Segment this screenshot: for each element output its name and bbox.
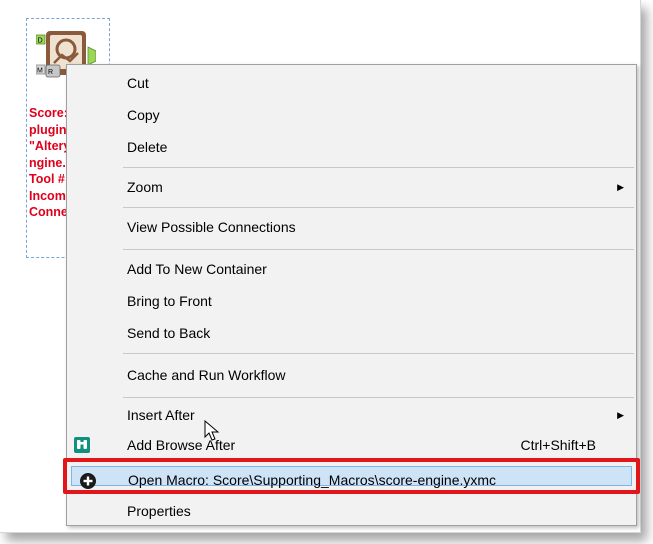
- menu-item-cache-and-run-workflow[interactable]: Cache and Run Workflow: [67, 361, 636, 389]
- menu-item-label: Open Macro: Score\Supporting_Macros\scor…: [128, 472, 497, 488]
- menu-separator: [123, 207, 634, 208]
- menu-separator: [123, 353, 634, 354]
- menu-item-zoom[interactable]: Zoom ▶: [67, 173, 636, 201]
- menu-item-shortcut: Ctrl+Shift+B: [520, 437, 596, 453]
- menu-item-label: Delete: [127, 139, 168, 155]
- menu-separator: [123, 397, 634, 398]
- context-menu: Cut Copy Delete Zoom ▶ View Possible Con…: [63, 64, 640, 526]
- menu-item-properties[interactable]: Properties: [67, 497, 636, 525]
- menu-item-label: Send to Back: [127, 325, 211, 341]
- menu-item-insert-after[interactable]: Insert After ▶: [67, 401, 636, 429]
- submenu-arrow-icon: ▶: [617, 182, 624, 192]
- menu-item-label: Copy: [127, 107, 160, 123]
- menu-item-label: Insert After: [127, 407, 195, 423]
- menu-separator: [123, 249, 634, 250]
- svg-text:D: D: [38, 38, 43, 45]
- svg-text:M: M: [37, 68, 43, 75]
- menu-item-view-possible-connections[interactable]: View Possible Connections: [67, 213, 636, 241]
- menu-item-label: Properties: [127, 503, 191, 519]
- menu-item-copy[interactable]: Copy: [67, 101, 636, 129]
- browse-binoculars-icon: [74, 437, 90, 453]
- svg-text:R: R: [48, 69, 53, 76]
- menu-item-label: Bring to Front: [127, 293, 212, 309]
- menu-item-cut[interactable]: Cut: [67, 69, 636, 97]
- menu-separator: [123, 167, 634, 168]
- menu-item-open-macro[interactable]: Open Macro: Score\Supporting_Macros\scor…: [71, 466, 632, 489]
- menu-item-label: Cut: [127, 75, 149, 91]
- menu-item-label: Cache and Run Workflow: [127, 367, 286, 383]
- menu-item-label: Zoom: [127, 179, 163, 195]
- workflow-canvas[interactable]: D M R Score: plugin "Altery ngine. Tool …: [0, 0, 641, 533]
- mouse-pointer-icon: [204, 420, 220, 441]
- menu-item-open-macro-highlight: Open Macro: Score\Supporting_Macros\scor…: [63, 458, 640, 494]
- menu-item-add-to-new-container[interactable]: Add To New Container: [67, 255, 636, 283]
- menu-item-label: View Possible Connections: [127, 219, 296, 235]
- submenu-arrow-icon: ▶: [617, 410, 624, 420]
- menu-item-delete[interactable]: Delete: [67, 133, 636, 161]
- menu-item-add-browse-after[interactable]: Add Browse After Ctrl+Shift+B: [67, 431, 636, 459]
- plus-circle-icon: [80, 473, 96, 489]
- menu-item-label: Add To New Container: [127, 261, 267, 277]
- menu-item-bring-to-front[interactable]: Bring to Front: [67, 287, 636, 315]
- menu-item-send-to-back[interactable]: Send to Back: [67, 319, 636, 347]
